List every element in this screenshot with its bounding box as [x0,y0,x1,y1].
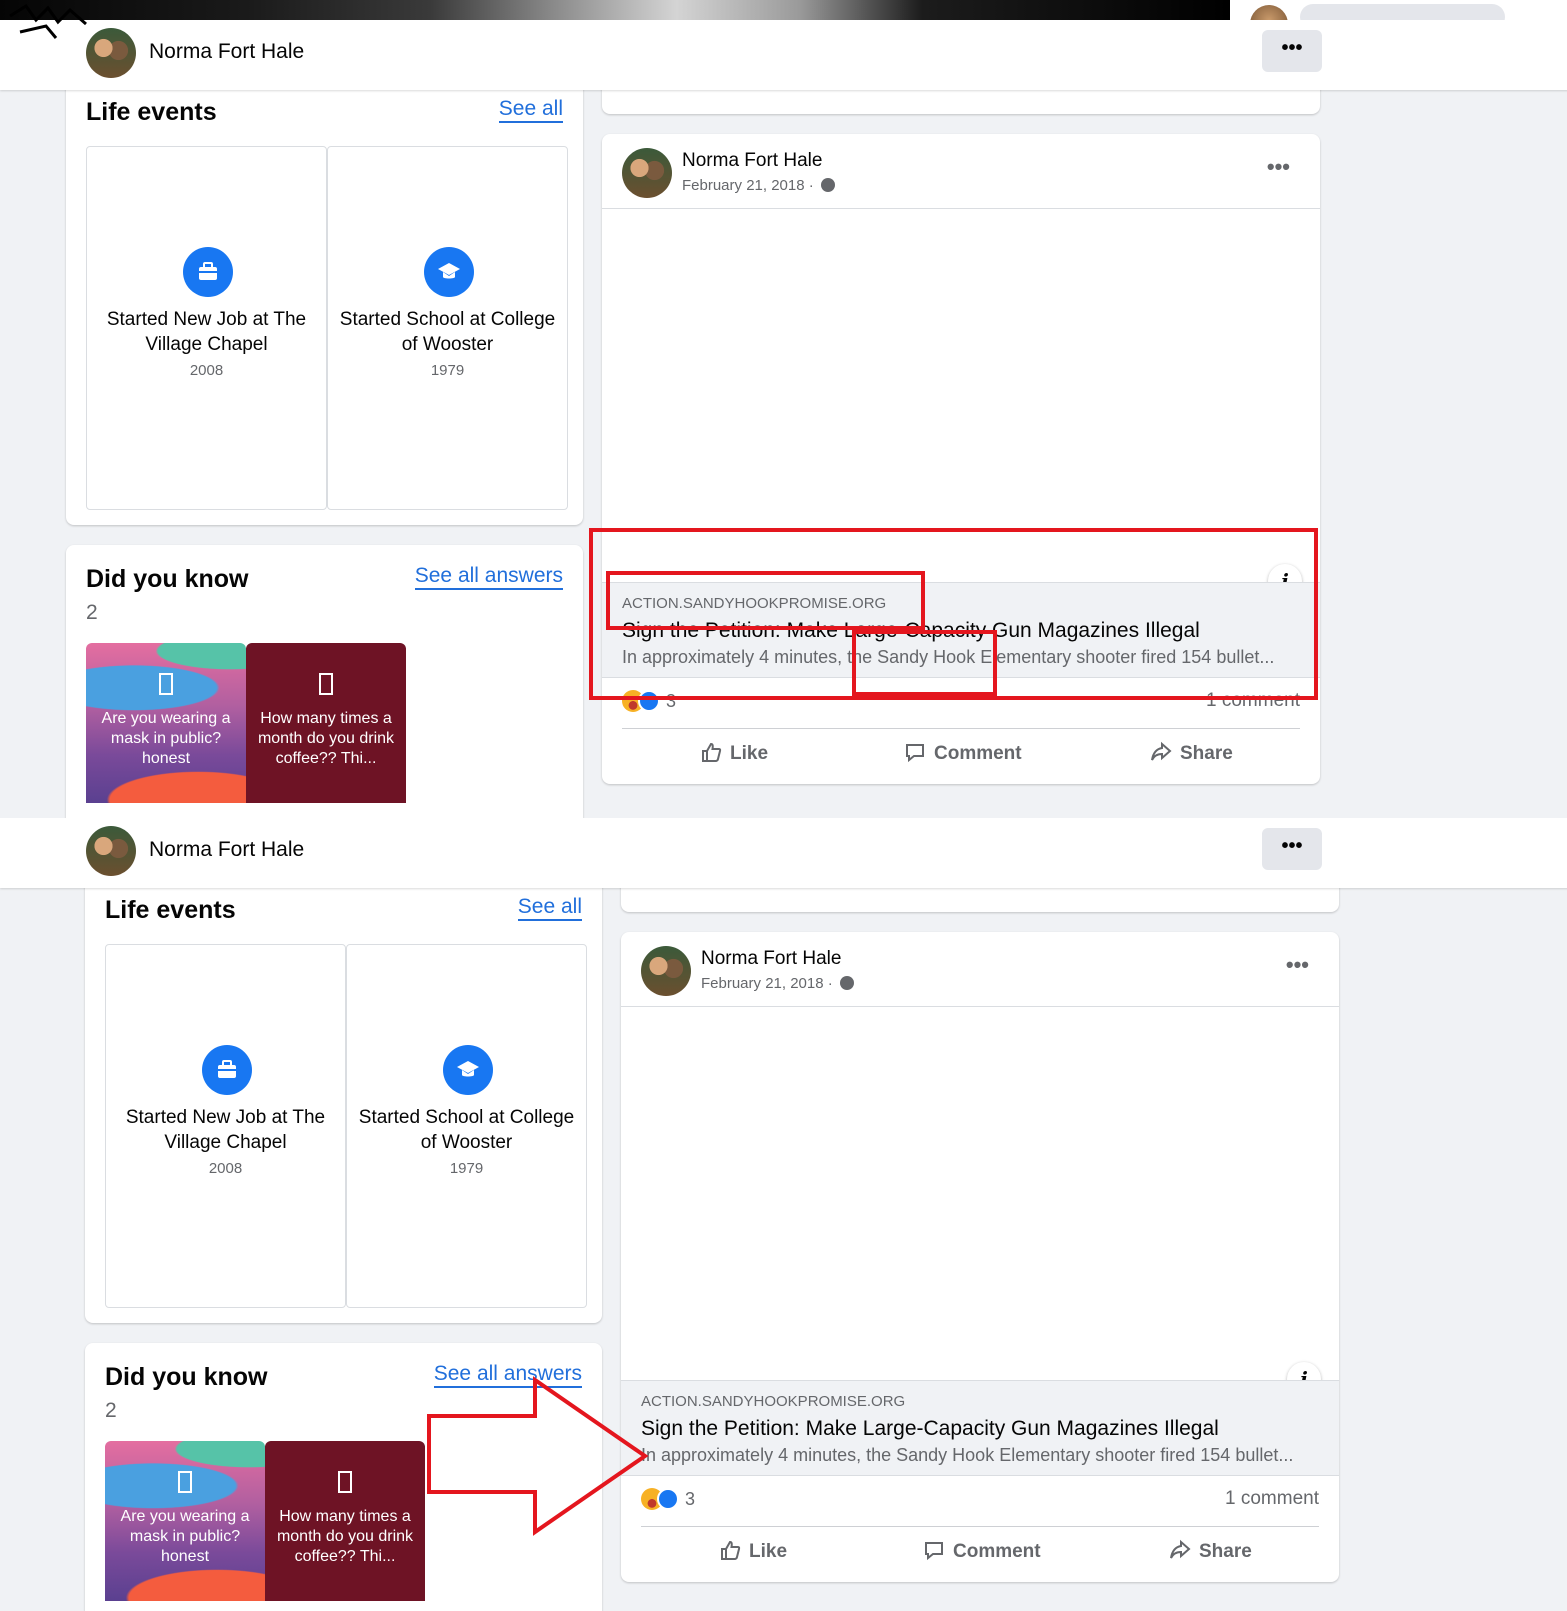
profile-more-button[interactable]: ••• [1262,30,1322,72]
comment-icon [906,744,924,763]
did-you-know-title: Did you know [105,1363,268,1391]
link-preview[interactable]: ACTION.SANDYHOOKPROMISE.ORG Sign the Pet… [621,1380,1339,1476]
did-you-know-tile[interactable]: Are you wearing a mask in public? honest [105,1441,265,1601]
did-you-know-question: Are you wearing a mask in public? honest [101,710,231,767]
post-author-name[interactable]: Norma Fort Hale [701,948,841,970]
comment-icon [925,1542,943,1561]
share-button[interactable]: Share [1169,1539,1252,1563]
life-events-card: Life events See all Started New Job at T… [85,858,602,1323]
life-events-see-all[interactable]: See all [517,895,582,921]
globe-icon [820,178,835,192]
life-event-tile[interactable]: Started New Job at The Village Chapel 20… [105,944,346,1308]
briefcase-icon [202,1045,252,1095]
life-event-title: Started New Job at The Village Chapel [125,1107,326,1153]
share-icon [1170,1539,1191,1559]
profile-name[interactable]: Norma Fort Hale [149,40,304,64]
post-actions: Like Comment Share [641,1526,1319,1582]
profile-name[interactable]: Norma Fort Hale [149,838,304,862]
did-you-know-tile[interactable]: How many times a month do you drink coff… [265,1441,425,1601]
life-event-title: Started School at College of Wooster [358,1107,575,1153]
link-description: In approximately 4 minutes, the Sandy Ho… [641,1445,1294,1465]
reactions-row[interactable]: 3 1 comment [641,1488,1319,1514]
post-divider [602,208,1320,209]
annotation-scribble [9,3,87,39]
post-date[interactable]: February 21, 2018 · [701,975,854,992]
profile-more-button[interactable]: ••• [1262,828,1322,870]
screenshot-top: Norma Fort Hale ••• Like Comment Share L… [0,20,1567,832]
comment-count[interactable]: 1 comment [1225,1488,1319,1510]
like-label: Like [749,1541,788,1562]
like-button[interactable]: Like [700,741,768,765]
life-event-year: 1979 [430,362,465,379]
annotation-box-text [852,630,997,696]
post-author-avatar[interactable] [622,148,672,198]
briefcase-icon [183,247,233,297]
life-events-see-all[interactable]: See all [498,97,563,123]
like-button[interactable]: Like [719,1539,787,1563]
did-you-know-count: 2 [86,601,98,624]
did-you-know-question: How many times a month do you drink coff… [257,710,395,767]
did-you-know-question: How many times a month do you drink coff… [276,1508,414,1565]
life-events-card: Life events See all Started New Job at T… [66,60,583,525]
life-events-title: Life events [86,98,217,126]
missing-glyph-icon [265,1471,425,1500]
link-title[interactable]: Sign the Petition: Make Large-Capacity G… [641,1417,1219,1441]
post-date-text[interactable]: February 21, 2018 · [682,177,814,194]
life-events-title: Life events [105,896,236,924]
comment-button[interactable]: Comment [904,741,1022,765]
life-event-tile[interactable]: Started School at College of Wooster 197… [327,146,568,510]
profile-avatar[interactable] [86,826,136,876]
profile-sticky-header: Norma Fort Hale ••• [0,818,1567,888]
reaction-count[interactable]: 3 [685,1489,695,1509]
did-you-know-tile[interactable]: How many times a month do you drink coff… [246,643,406,803]
did-you-know-tile[interactable]: Are you wearing a mask in public? honest [86,643,246,803]
share-label: Share [1180,743,1233,764]
did-you-know-count: 2 [105,1399,117,1422]
like-label: Like [730,743,769,764]
screenshot-bottom: Norma Fort Hale ••• Like Comment Share L… [0,818,1567,1611]
life-event-year: 2008 [208,1160,243,1177]
post-divider [621,1006,1339,1007]
like-reaction-icon [657,1488,679,1510]
post-card: Norma Fort Hale February 21, 2018 · ••• … [621,932,1339,1582]
missing-glyph-icon [105,1471,265,1500]
post-date-text[interactable]: February 21, 2018 · [701,975,833,992]
did-you-know-see-all[interactable]: See all answers [414,564,563,590]
annotation-box-domain [606,571,925,630]
globe-icon [839,976,854,990]
share-label: Share [1199,1541,1252,1562]
comment-label: Comment [953,1541,1041,1562]
life-event-year: 1979 [449,1160,484,1177]
post-author-name[interactable]: Norma Fort Hale [682,150,822,172]
share-icon [1151,741,1172,761]
cover-photo [0,0,1230,20]
share-button[interactable]: Share [1150,741,1233,765]
did-you-know-card: Did you know See all answers 2 Are you w… [66,545,583,832]
graduation-cap-icon [443,1045,493,1095]
annotation-arrow [427,1376,649,1536]
post-actions: Like Comment Share [622,728,1300,784]
thumbs-up-icon [721,1540,741,1560]
cover-photo-strip [0,0,1567,43]
life-event-title: Started School at College of Wooster [339,309,556,355]
did-you-know-title: Did you know [86,565,249,593]
life-event-title: Started New Job at The Village Chapel [106,309,307,355]
thumbs-up-icon [702,742,722,762]
profile-sticky-header: Norma Fort Hale ••• [0,20,1567,90]
post-more-button[interactable]: ••• [1286,952,1309,978]
graduation-cap-icon [424,247,474,297]
post-more-button[interactable]: ••• [1267,154,1290,180]
life-event-year: 2008 [189,362,224,379]
post-author-avatar[interactable] [641,946,691,996]
comment-button[interactable]: Comment [923,1539,1041,1563]
link-domain: ACTION.SANDYHOOKPROMISE.ORG [641,1393,906,1410]
missing-glyph-icon [246,673,406,702]
post-date[interactable]: February 21, 2018 · [682,177,835,194]
life-event-tile[interactable]: Started New Job at The Village Chapel 20… [86,146,327,510]
comment-label: Comment [934,743,1022,764]
did-you-know-question: Are you wearing a mask in public? honest [120,1508,250,1565]
missing-glyph-icon [86,673,246,702]
life-event-tile[interactable]: Started School at College of Wooster 197… [346,944,587,1308]
